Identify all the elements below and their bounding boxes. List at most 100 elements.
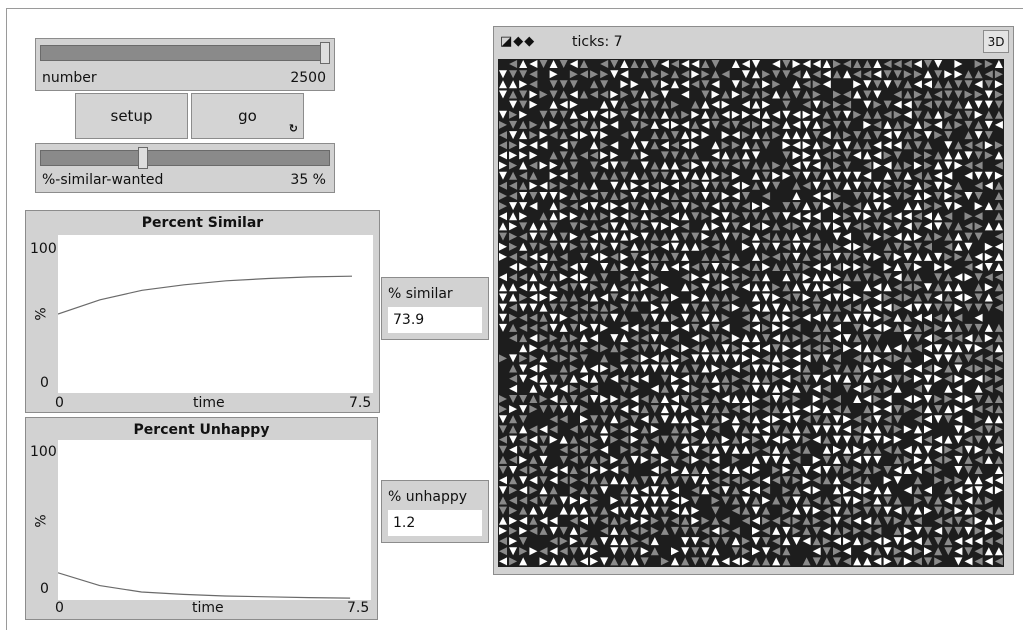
turtle: [944, 496, 953, 505]
turtle: [772, 384, 781, 393]
turtle: [590, 537, 599, 546]
turtle: [822, 273, 831, 282]
turtle: [711, 455, 720, 464]
turtle: [883, 151, 892, 160]
turtle: [630, 476, 639, 485]
turtle: [681, 547, 690, 556]
turtle: [873, 506, 882, 515]
turtle: [671, 344, 679, 353]
turtle: [559, 60, 568, 68]
world-view[interactable]: ◪◆◆ ticks: 7 3D: [493, 26, 1014, 575]
turtle: [701, 131, 710, 140]
turtle: [711, 192, 720, 200]
turtle: [580, 384, 588, 393]
turtle: [671, 516, 679, 525]
turtle: [721, 120, 730, 129]
turtle: [691, 70, 700, 79]
turtle: [721, 70, 730, 79]
turtle: [934, 222, 943, 231]
turtle: [974, 364, 983, 373]
turtle: [893, 496, 902, 505]
turtle: [529, 70, 538, 79]
world-canvas[interactable]: [498, 59, 1004, 567]
turtle: [924, 455, 932, 464]
turtle: [681, 212, 690, 221]
number-slider[interactable]: number 2500: [35, 38, 335, 91]
turtle: [782, 455, 791, 464]
turtle: [924, 364, 932, 373]
turtle: [671, 435, 679, 444]
turtle: [954, 405, 963, 414]
turtle: [913, 547, 922, 556]
turtle: [650, 100, 659, 109]
turtle: [640, 141, 649, 150]
turtle: [650, 486, 659, 495]
turtle: [873, 405, 882, 414]
turtle: [701, 395, 710, 403]
turtle: [974, 252, 983, 261]
turtle: [772, 293, 781, 302]
turtle: [833, 90, 841, 99]
turtle: [509, 90, 518, 99]
turtle: [944, 415, 953, 424]
turtle: [529, 202, 538, 211]
turtle: [509, 334, 518, 343]
turtle: [660, 283, 669, 292]
turtle: [822, 344, 831, 353]
turtle: [833, 323, 841, 332]
3d-view-button-label: 3D: [987, 34, 1005, 49]
turtle: [893, 222, 902, 231]
turtle: [974, 283, 983, 292]
view-shape-icons[interactable]: ◪◆◆: [500, 34, 535, 49]
turtle: [863, 222, 872, 231]
turtle: [610, 161, 619, 170]
turtle: [580, 242, 588, 251]
slider-track[interactable]: [40, 45, 330, 61]
turtle: [762, 283, 771, 292]
turtle: [549, 344, 558, 353]
turtle: [519, 80, 528, 89]
3d-view-button[interactable]: 3D: [983, 30, 1009, 53]
turtle: [671, 202, 679, 211]
setup-button[interactable]: setup: [75, 93, 188, 139]
turtle: [984, 384, 993, 393]
turtle: [913, 374, 922, 383]
turtle: [833, 526, 841, 535]
turtle: [903, 506, 912, 515]
turtle: [752, 90, 760, 99]
turtle: [903, 131, 912, 140]
similar-wanted-slider[interactable]: %-similar-wanted 35 %: [35, 143, 335, 193]
slider-thumb[interactable]: [320, 42, 330, 64]
turtle: [822, 374, 831, 383]
turtle: [843, 60, 852, 68]
turtle: [762, 506, 771, 515]
slider-thumb[interactable]: [138, 147, 148, 169]
turtle: [843, 161, 852, 170]
turtle: [833, 547, 841, 556]
turtle: [741, 435, 750, 444]
turtle: [711, 384, 720, 393]
turtle: [924, 425, 932, 434]
turtle: [994, 415, 1003, 424]
turtle: [529, 506, 538, 515]
turtle: [701, 90, 710, 99]
turtle: [640, 415, 649, 424]
go-button[interactable]: go ↻: [191, 93, 304, 139]
turtle: [863, 496, 872, 505]
turtle: [984, 364, 993, 373]
turtle: [833, 273, 841, 282]
turtle: [559, 384, 568, 393]
turtle: [701, 100, 710, 109]
turtle: [569, 455, 578, 464]
turtle: [569, 151, 578, 160]
turtle: [529, 141, 538, 150]
turtle: [610, 90, 619, 99]
turtle: [600, 364, 609, 373]
slider-track[interactable]: [40, 150, 330, 166]
turtle: [944, 141, 953, 150]
turtle: [681, 405, 690, 414]
turtle: [843, 263, 852, 271]
turtle: [873, 141, 882, 150]
turtle: [822, 354, 831, 363]
turtle: [549, 435, 558, 444]
